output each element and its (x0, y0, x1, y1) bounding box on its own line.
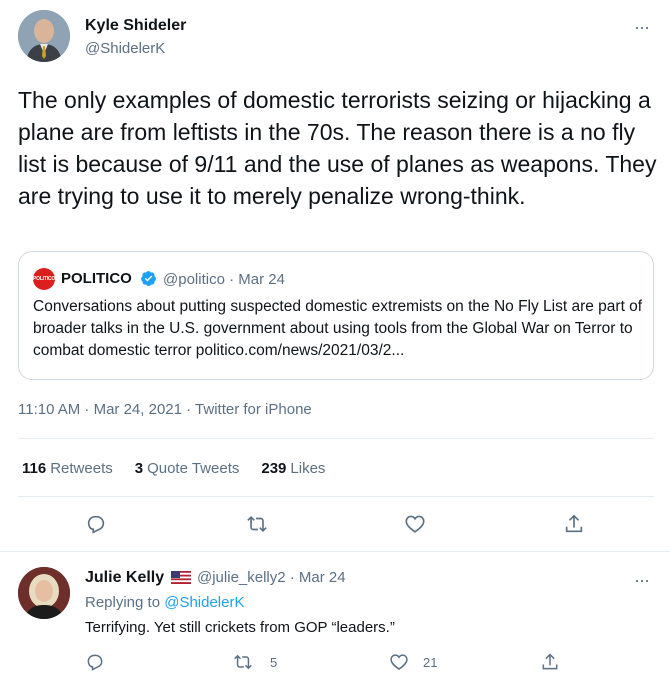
author-handle[interactable]: @ShidelerK (85, 40, 165, 57)
like-button[interactable] (404, 513, 428, 537)
quoted-tweet[interactable]: POLITICO POLITICO @politico · Mar 24 Con… (18, 251, 654, 380)
avatar-image (18, 567, 70, 619)
reply-meta[interactable]: @julie_kelly2 · Mar 24 (197, 569, 346, 586)
quotes-stat[interactable]: 3 Quote Tweets (135, 460, 240, 477)
retweet-icon (234, 654, 252, 670)
share-icon (542, 653, 558, 670)
quoted-text: Conversations about putting suspected do… (33, 298, 643, 359)
more-options-icon[interactable]: ··· (634, 571, 650, 589)
politico-logo: POLITICO (33, 268, 55, 290)
quotes-count: 3 (134, 460, 144, 477)
replying-to: Replying to @ShidelerK (85, 594, 245, 611)
retweets-count: 116 (22, 460, 47, 477)
reply-icon (87, 515, 105, 534)
share-button[interactable] (540, 652, 564, 676)
reply-button[interactable] (85, 652, 109, 676)
author-name[interactable]: Kyle Shideler (85, 17, 186, 35)
like-button[interactable] (389, 652, 413, 676)
avatar[interactable] (18, 10, 70, 62)
likes-stat[interactable]: 239 Likes (261, 460, 325, 477)
share-icon (565, 514, 583, 533)
tweet-timestamp[interactable]: 11:10 AM · Mar 24, 2021 · Twitter for iP… (18, 401, 312, 418)
replying-handle-link[interactable]: @ShidelerK (164, 594, 244, 611)
retweet-button[interactable] (246, 513, 270, 537)
replying-prefix: Replying to (85, 594, 161, 611)
verified-badge-icon (141, 271, 156, 286)
reply-author-name[interactable]: Julie Kelly (85, 569, 164, 587)
retweet-icon (247, 515, 267, 533)
reply-button[interactable] (85, 513, 109, 537)
likes-count: 239 (261, 460, 287, 477)
reply-icon (87, 654, 103, 671)
quoted-author-name: POLITICO (61, 270, 132, 287)
share-button[interactable] (563, 513, 587, 537)
quoted-meta: @politico · Mar 24 (163, 271, 285, 288)
retweets-stat[interactable]: 116 Retweets (22, 460, 113, 477)
retweet-count: 5 (270, 655, 278, 670)
tweet-text: The only examples of domestic terrorists… (18, 87, 657, 209)
reply-tweet[interactable]: Julie Kelly @julie_kelly2 · Mar 24 ··· R… (0, 553, 670, 694)
reply-text: Terrifying. Yet still crickets from GOP … (85, 619, 395, 636)
divider (18, 496, 654, 497)
divider (18, 438, 654, 439)
retweets-label: Retweets (50, 460, 113, 477)
heart-icon (405, 515, 425, 533)
heart-icon (390, 654, 408, 670)
avatar[interactable] (18, 567, 70, 619)
avatar-image (18, 10, 70, 62)
tweet-stats: 116 Retweets 3 Quote Tweets 239 Likes (22, 460, 347, 477)
likes-label: Likes (290, 460, 326, 477)
more-options-icon[interactable]: ··· (634, 18, 650, 36)
us-flag-icon (171, 571, 191, 584)
main-tweet: Kyle Shideler @ShidelerK ··· The only ex… (0, 0, 670, 552)
retweet-button[interactable] (233, 652, 257, 676)
quotes-label: Quote Tweets (147, 460, 240, 477)
like-count: 21 (423, 655, 438, 670)
